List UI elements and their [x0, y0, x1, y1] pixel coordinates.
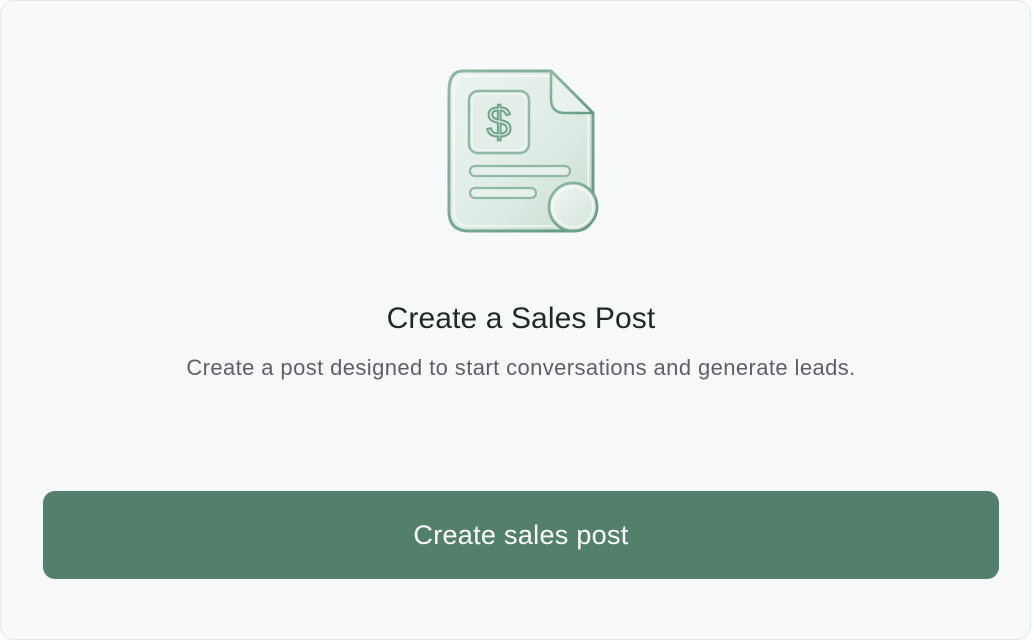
- create-sales-post-button[interactable]: Create sales post: [43, 491, 999, 579]
- sales-post-card: $ Create a Sales Post Create a post desi…: [0, 0, 1031, 640]
- sales-document-dollar-icon: $: [441, 65, 605, 237]
- svg-text:$: $: [487, 98, 511, 147]
- card-title: Create a Sales Post: [386, 302, 656, 335]
- card-description: Create a post designed to start conversa…: [186, 355, 856, 380]
